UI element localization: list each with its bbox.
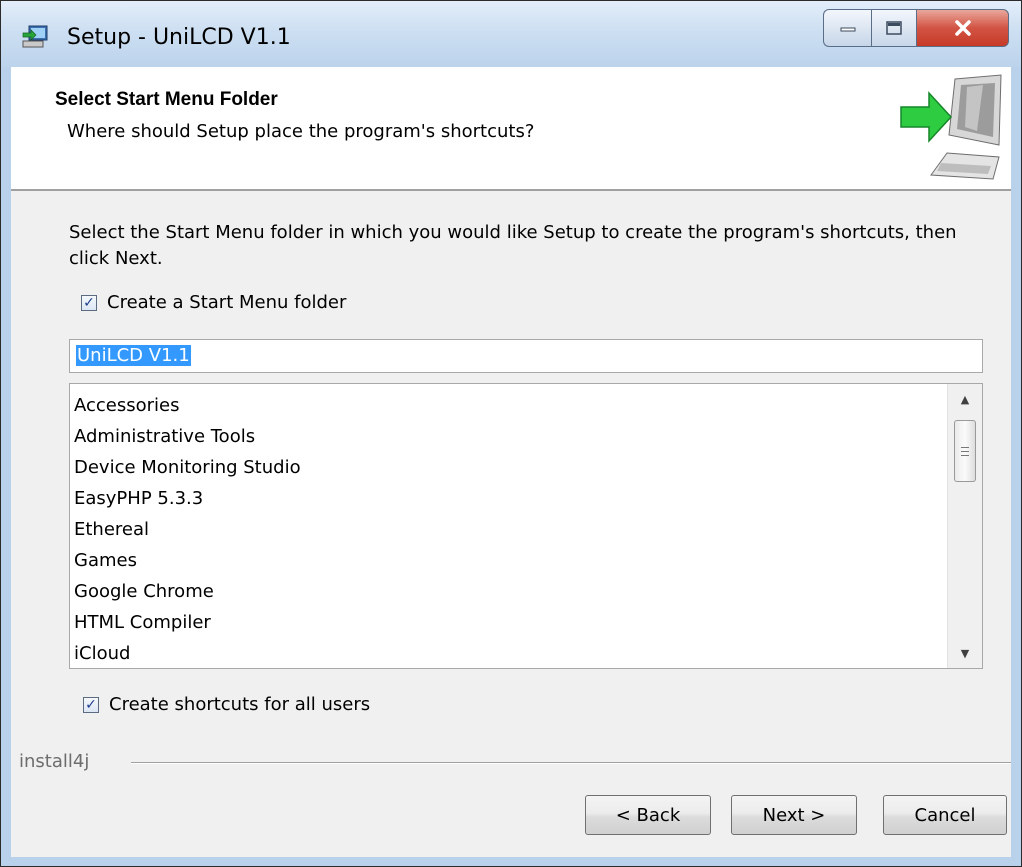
folder-list: Accessories Administrative Tools Device … <box>74 390 934 668</box>
list-item[interactable]: Device Monitoring Studio <box>74 452 934 483</box>
list-item[interactable]: Administrative Tools <box>74 421 934 452</box>
list-item[interactable]: Accessories <box>74 390 934 421</box>
create-folder-option[interactable]: ✓ Create a Start Menu folder <box>81 292 346 313</box>
setup-computer-icon <box>22 25 48 48</box>
caption-buttons <box>823 9 1009 47</box>
scroll-up-button[interactable]: ▲ <box>948 384 982 414</box>
instructions-text: Select the Start Menu folder in which yo… <box>69 222 957 269</box>
list-item[interactable]: HTML Compiler <box>74 607 934 638</box>
list-item[interactable]: iCloud <box>74 638 934 668</box>
folder-name-value: UniLCD V1.1 <box>76 345 191 366</box>
title-bar[interactable]: Setup - UniLCD V1.1 <box>1 1 1021 67</box>
list-item[interactable]: EasyPHP 5.3.3 <box>74 483 934 514</box>
setup-window: Setup - UniLCD V1.1 Select Start Menu Fo… <box>0 0 1022 867</box>
close-icon <box>954 20 971 36</box>
minimize-button[interactable] <box>823 9 871 47</box>
arrow-up-icon: ▲ <box>960 392 970 406</box>
scroll-thumb[interactable] <box>954 420 976 482</box>
scroll-down-button[interactable]: ▼ <box>948 638 982 668</box>
page-title: Select Start Menu Folder <box>55 89 278 110</box>
all-users-label: Create shortcuts for all users <box>109 694 371 715</box>
cancel-button[interactable]: Cancel <box>883 795 1007 835</box>
all-users-checkbox[interactable]: ✓ <box>83 696 99 713</box>
maximize-icon <box>886 21 902 35</box>
back-button[interactable]: < Back <box>585 795 711 835</box>
page-subtitle: Where should Setup place the program's s… <box>67 121 535 142</box>
maximize-button[interactable] <box>871 9 917 47</box>
folder-listbox[interactable]: Accessories Administrative Tools Device … <box>69 383 983 669</box>
vertical-scrollbar[interactable]: ▲ ▼ <box>947 384 982 668</box>
list-item[interactable]: Google Chrome <box>74 576 934 607</box>
grip-icon <box>961 446 969 456</box>
folder-name-input[interactable]: UniLCD V1.1 <box>69 339 983 373</box>
footer-divider <box>131 762 1011 764</box>
minimize-icon <box>840 27 855 32</box>
all-users-option[interactable]: ✓ Create shortcuts for all users <box>83 694 370 715</box>
install4j-brand: install4j <box>19 751 100 772</box>
create-folder-label: Create a Start Menu folder <box>107 292 347 313</box>
close-button[interactable] <box>917 9 1009 47</box>
dialog-client-area: Select Start Menu Folder Where should Se… <box>11 67 1011 857</box>
computer-with-green-arrow-icon <box>900 74 1002 180</box>
wizard-header: Select Start Menu Folder Where should Se… <box>11 67 1011 191</box>
arrow-down-icon: ▼ <box>960 646 970 660</box>
next-button[interactable]: Next > <box>731 795 857 835</box>
list-item[interactable]: Games <box>74 545 934 576</box>
list-item[interactable]: Ethereal <box>74 514 934 545</box>
window-title: Setup - UniLCD V1.1 <box>67 25 291 50</box>
create-folder-checkbox[interactable]: ✓ <box>81 294 97 311</box>
